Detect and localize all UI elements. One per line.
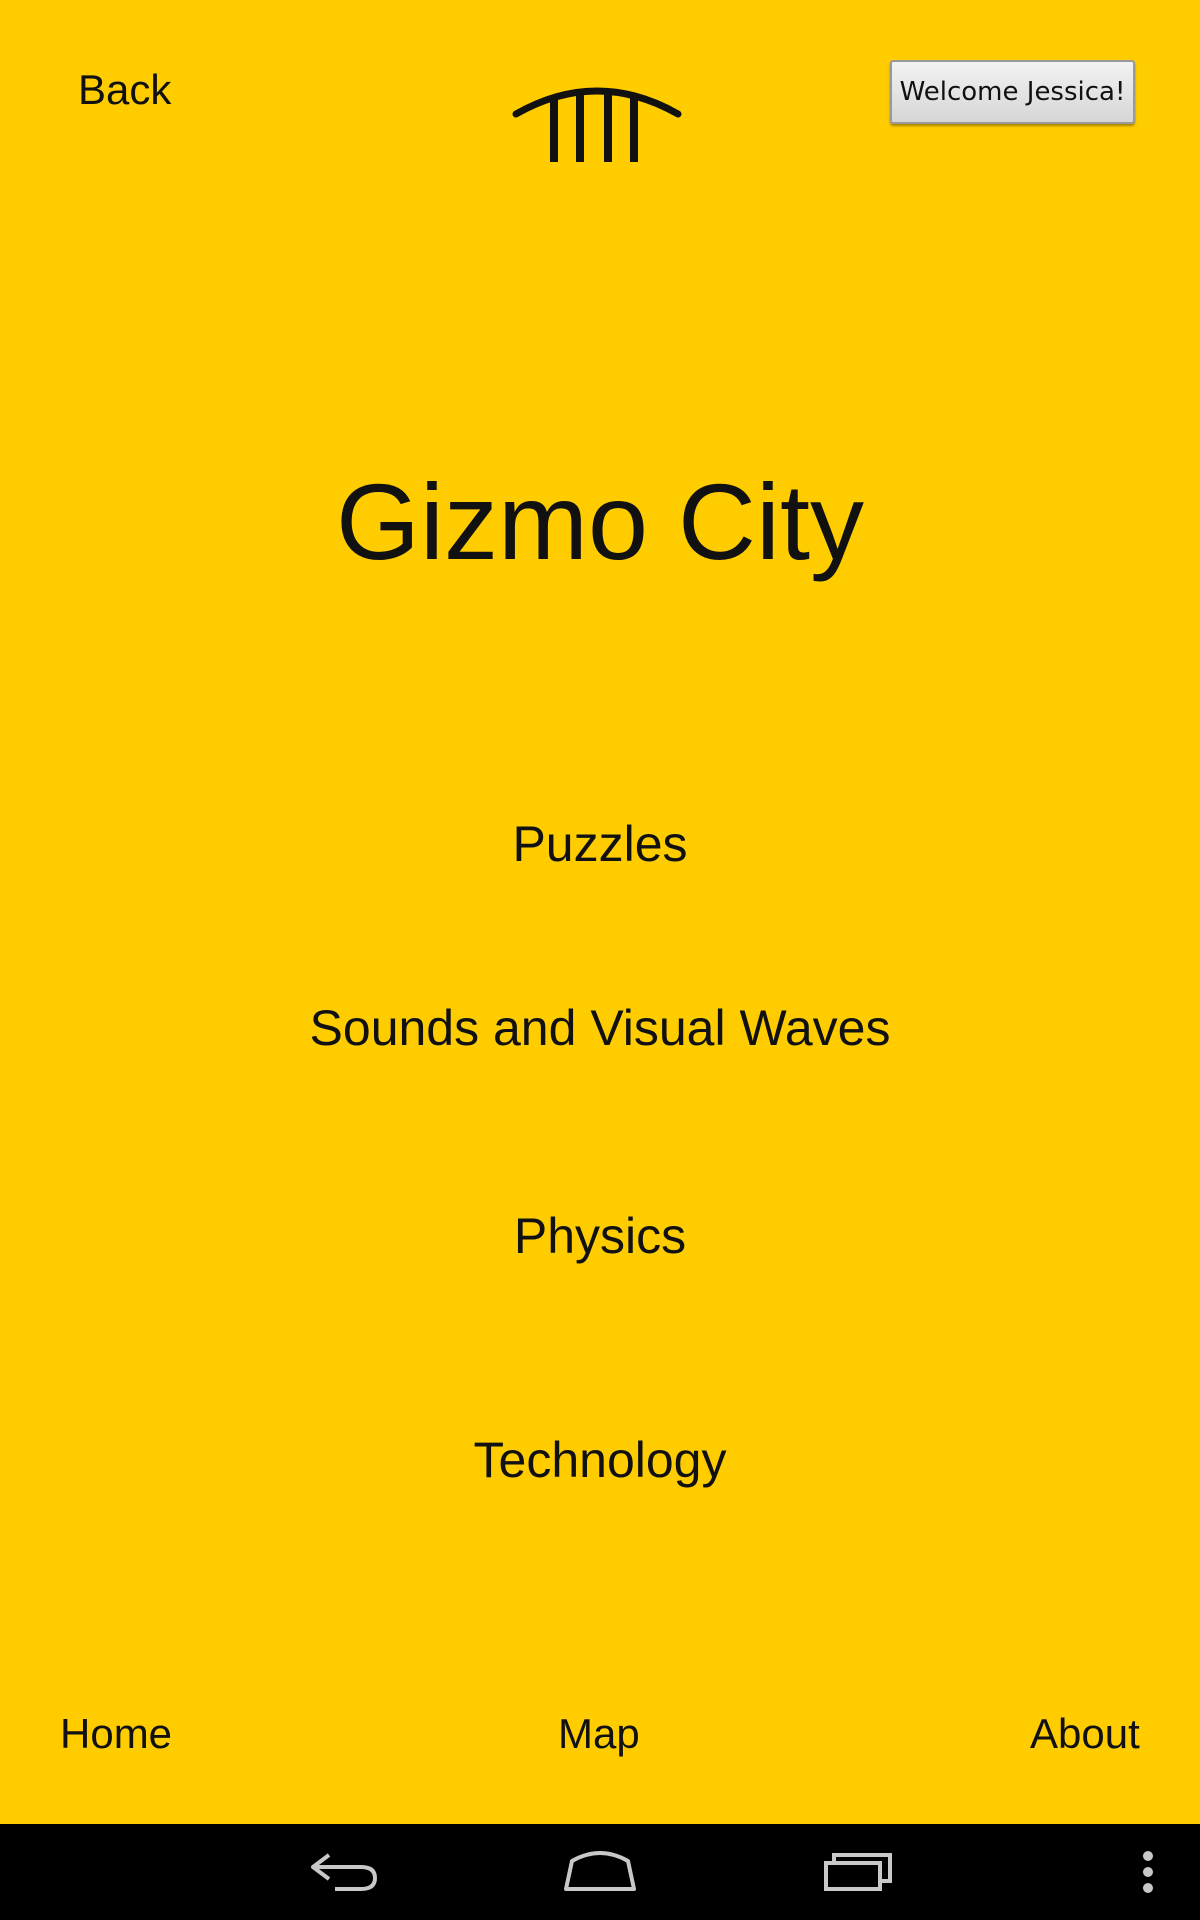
- system-overflow-menu-button[interactable]: [1128, 1824, 1168, 1920]
- page-title: Gizmo City: [335, 461, 865, 582]
- system-navigation-bar: [0, 1824, 1200, 1920]
- recent-apps-icon: [824, 1853, 892, 1891]
- menu-item-label: Puzzles: [512, 816, 688, 872]
- map-link[interactable]: Map: [558, 1706, 640, 1762]
- arch-columns-logo-icon: [512, 87, 682, 162]
- welcome-user-button[interactable]: Welcome Jessica!: [890, 60, 1135, 124]
- menu-item-label: Sounds and Visual Waves: [309, 1000, 891, 1056]
- app-screen: Back Welcome Jessica! Gizmo City Puzzles…: [0, 0, 1200, 1824]
- back-link[interactable]: Back: [78, 62, 171, 118]
- home-icon: [564, 1851, 636, 1891]
- back-icon: [311, 1853, 378, 1891]
- menu-item-label: Physics: [513, 1208, 687, 1264]
- home-link[interactable]: Home: [60, 1706, 172, 1762]
- menu-item-physics[interactable]: Physics: [0, 1204, 1200, 1268]
- system-home-button[interactable]: [545, 1824, 655, 1920]
- menu-item-puzzles[interactable]: Puzzles: [0, 812, 1200, 876]
- menu-item-label: Technology: [473, 1432, 727, 1488]
- menu-item-sounds-and-visual-waves[interactable]: Sounds and Visual Waves: [0, 996, 1200, 1060]
- system-recent-apps-button[interactable]: [803, 1824, 913, 1920]
- overflow-menu-icon: [1143, 1851, 1153, 1893]
- about-link[interactable]: About: [1030, 1706, 1140, 1762]
- menu-item-technology[interactable]: Technology: [0, 1428, 1200, 1492]
- system-back-button[interactable]: [290, 1824, 400, 1920]
